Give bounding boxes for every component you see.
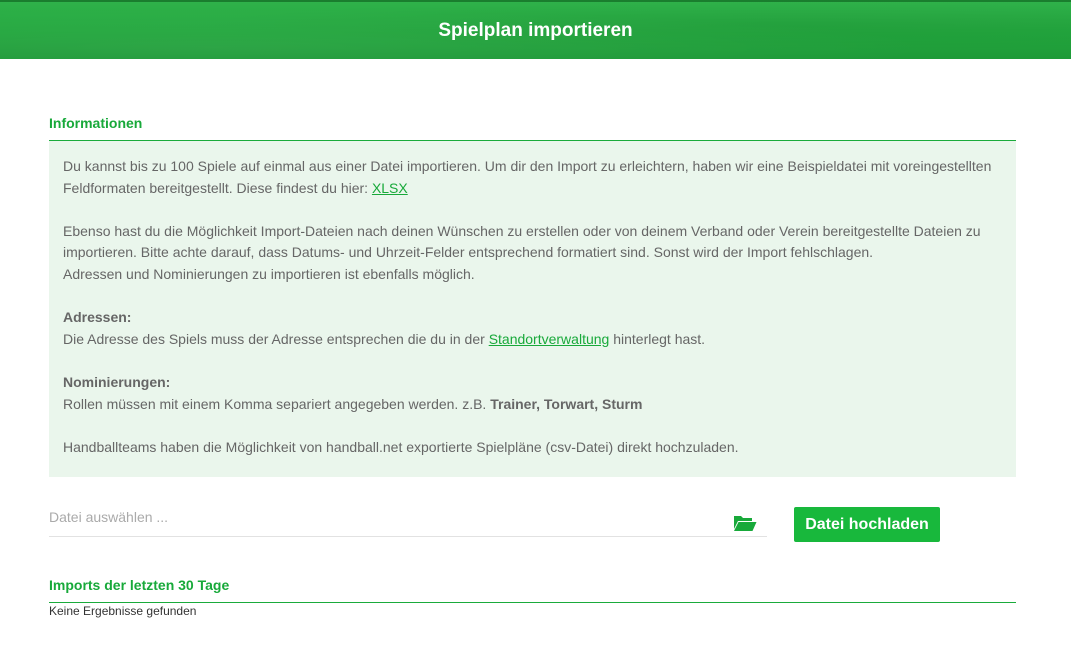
addresses-nominations-text: Adressen und Nominierungen zu importiere… [63, 265, 475, 282]
addresses-label: Adressen: [63, 309, 132, 326]
custom-files-text: Ebenso hast du die Möglichkeit Import-Da… [63, 222, 981, 261]
location-management-link[interactable]: Standortverwaltung [489, 331, 610, 347]
info-paragraph-sample-file: Du kannst bis zu 100 Spiele auf einmal a… [63, 156, 1002, 199]
folder-open-icon[interactable] [733, 514, 757, 532]
info-box: Du kannst bis zu 100 Spiele auf einmal a… [49, 141, 1016, 477]
info-paragraph-nominations: Nominierungen: Rollen müssen mit einem Ko… [63, 372, 1002, 415]
file-select-field[interactable]: Datei auswählen ... [49, 505, 767, 537]
file-select-placeholder: Datei auswählen ... [49, 509, 169, 525]
imports-heading: Imports der letzten 30 Tage [49, 577, 1016, 603]
nominations-text: Rollen müssen mit einem Komma separiert … [63, 395, 491, 412]
addresses-text-before: Die Adresse des Spiels muss der Adresse … [63, 330, 489, 347]
info-paragraph-custom-files: Ebenso hast du die Möglichkeit Import-Da… [63, 221, 1002, 286]
nominations-label: Nominierungen: [63, 373, 171, 390]
xlsx-download-link[interactable]: XLSX [372, 180, 408, 196]
info-heading: Informationen [49, 115, 1016, 141]
no-results-text: Keine Ergebnisse gefunden [49, 604, 197, 618]
info-paragraph-addresses: Adressen: Die Adresse des Spiels muss der… [63, 307, 1002, 350]
page-title: Spielplan importieren [438, 20, 633, 41]
nominations-example: Trainer, Torwart, Sturm [490, 395, 643, 412]
upload-file-button[interactable]: Datei hochladen [794, 507, 940, 542]
header-bar: Spielplan importieren [0, 0, 1071, 59]
addresses-text-after: hinterlegt hast. [609, 330, 706, 347]
info-paragraph-handball: Handballteams haben die Möglichkeit von … [63, 437, 1002, 459]
handball-text: Handballteams haben die Möglichkeit von … [63, 438, 739, 455]
sample-file-text: Du kannst bis zu 100 Spiele auf einmal a… [63, 158, 992, 196]
